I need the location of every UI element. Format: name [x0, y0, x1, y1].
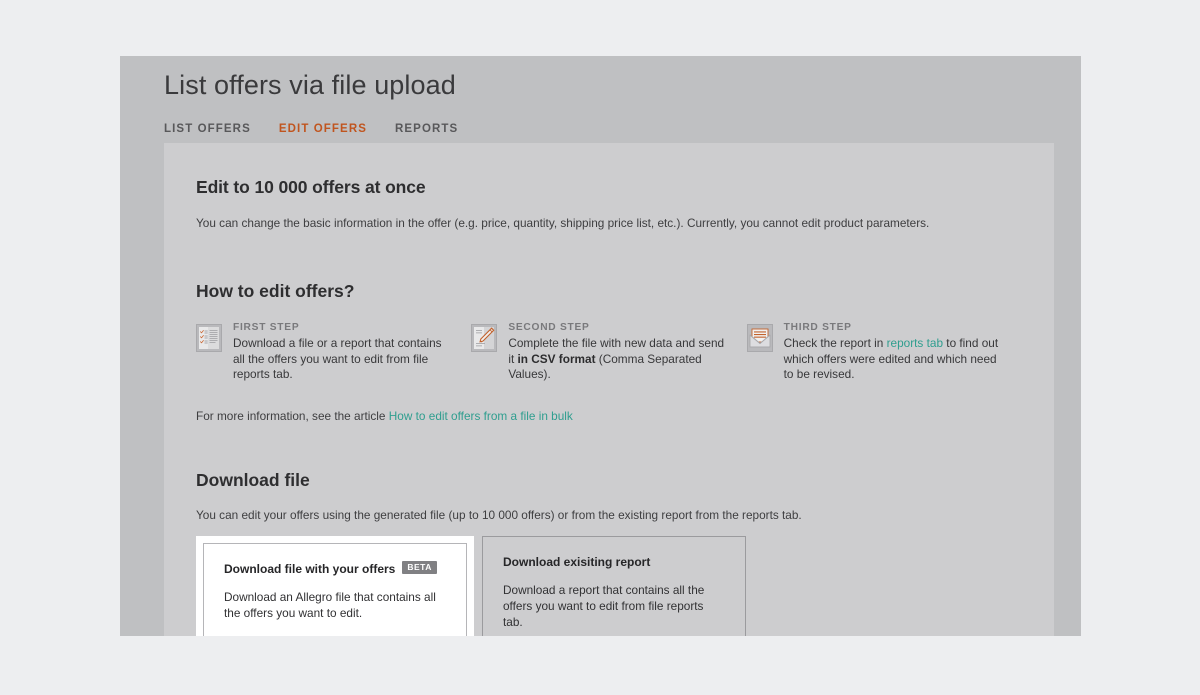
step-third-text-part1: Check the report in: [783, 336, 887, 350]
download-report-card-text: Download a report that contains all the …: [503, 582, 705, 629]
content-panel: Edit to 10 000 offers at once You can ch…: [164, 143, 1054, 636]
download-file-card-note: The maximum number of offers in the file…: [224, 635, 446, 637]
reports-tab-link[interactable]: reports tab: [887, 336, 943, 350]
step-second-text-bold: in CSV format: [517, 351, 596, 366]
download-file-with-your-offers-card[interactable]: Download file with your offers BETA Down…: [203, 542, 467, 637]
step-first-body: FIRST STEP Download a file or a report t…: [233, 322, 453, 383]
checklist-document-icon: [196, 324, 222, 352]
step-first-label: FIRST STEP: [233, 322, 300, 333]
page-title: List offers via file upload: [164, 70, 456, 100]
step-third: THIRD STEP Check the report in reports t…: [746, 322, 1022, 383]
step-first: FIRST STEP Download a file or a report t…: [196, 322, 471, 383]
step-second: SECOND STEP Complete the file with new d…: [471, 322, 746, 383]
app-window: List offers via file upload LIST OFFERS …: [120, 56, 1081, 636]
steps-list: FIRST STEP Download a file or a report t…: [196, 322, 1022, 383]
download-file-card-title-text: Download file with your offers: [224, 561, 396, 576]
how-to-edit-title: How to edit offers?: [196, 281, 355, 301]
edit-section-title: Edit to 10 000 offers at once: [196, 177, 426, 197]
more-info-line: For more information, see the article Ho…: [196, 409, 1022, 423]
download-file-card-wrapper: Download file with your offers BETA Down…: [196, 535, 474, 637]
how-to-edit-offers-article-link[interactable]: How to edit offers from a file in bulk: [389, 409, 573, 423]
step-third-text: Check the report in reports tab to find …: [784, 336, 1004, 383]
step-second-body: SECOND STEP Complete the file with new d…: [508, 322, 728, 383]
download-file-card-text: Download an Allegro file that contains a…: [224, 589, 436, 620]
download-options: Download file with your offers BETA Down…: [196, 535, 1022, 637]
download-existing-report-card[interactable]: Download exisiting report Download a rep…: [482, 535, 746, 636]
download-file-description: You can edit your offers using the gener…: [196, 507, 802, 522]
download-report-card-wrapper: Download exisiting report Download a rep…: [482, 535, 746, 636]
download-file-card-title: Download file with your offers BETA: [224, 561, 446, 576]
step-second-label: SECOND STEP: [508, 322, 590, 333]
envelope-mail-icon: [746, 324, 773, 352]
pencil-edit-document-icon: [471, 324, 498, 352]
step-second-text: Complete the file with new data and send…: [508, 336, 728, 383]
step-third-label: THIRD STEP: [783, 322, 852, 333]
download-report-card-title-text: Download exisiting report: [503, 554, 651, 569]
download-file-title: Download file: [196, 469, 310, 490]
more-info-prefix: For more information, see the article: [196, 408, 389, 423]
step-first-text: Download a file or a report that contain…: [233, 336, 453, 383]
step-third-body: THIRD STEP Check the report in reports t…: [784, 322, 1004, 383]
download-report-card-title: Download exisiting report: [503, 555, 725, 569]
beta-badge: BETA: [402, 561, 437, 574]
edit-section-description: You can change the basic information in …: [196, 216, 930, 230]
